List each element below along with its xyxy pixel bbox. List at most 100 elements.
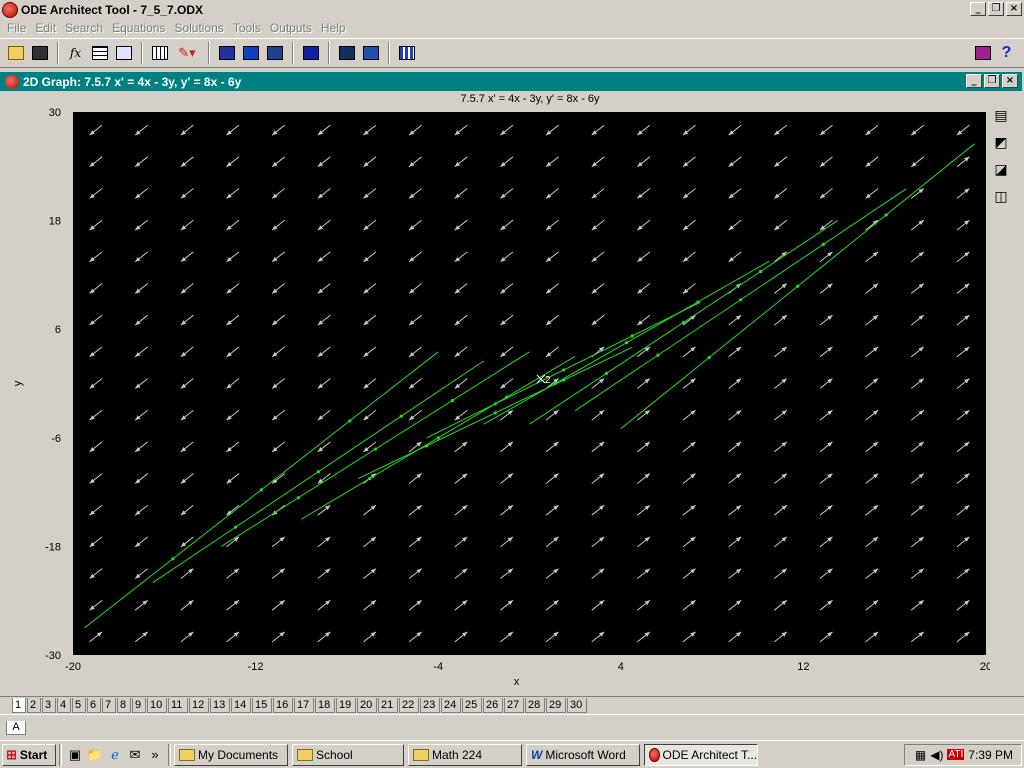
y-tick-label: -30 <box>45 650 61 662</box>
graph-window-icon[interactable] <box>5 74 19 89</box>
edit-table-icon <box>115 46 132 60</box>
graph-tab-23[interactable]: 23 <box>420 698 440 713</box>
y-tick-label: -18 <box>45 541 61 553</box>
trajectory-arrow <box>562 368 566 372</box>
network-icon[interactable]: ▦ <box>915 748 926 762</box>
graph-tab-17[interactable]: 17 <box>294 698 314 713</box>
task-school[interactable]: School <box>292 743 404 766</box>
graph-close-button[interactable]: × <box>1002 74 1018 88</box>
menu-tools[interactable]: Tools <box>233 21 261 35</box>
internet-explorer-icon: ℯ <box>111 746 119 762</box>
graph-tab-11[interactable]: 11 <box>168 698 188 713</box>
graph-tab-18[interactable]: 18 <box>315 698 335 713</box>
trajectory-arrow <box>259 488 263 492</box>
menu-search[interactable]: Search <box>65 21 103 35</box>
graph-minimize-button[interactable]: _ <box>966 74 982 88</box>
graph-tab-7[interactable]: 7 <box>102 698 116 713</box>
graph-tab-12[interactable]: 12 <box>189 698 209 713</box>
app-icon[interactable] <box>2 1 18 18</box>
trajectory-arrow <box>604 371 609 375</box>
graph-tab-13[interactable]: 13 <box>210 698 230 713</box>
quicklaunch-ie[interactable]: ℯ <box>105 745 125 765</box>
save-button[interactable] <box>28 42 51 64</box>
graph-tab-16[interactable]: 16 <box>273 698 293 713</box>
menu-file[interactable]: File <box>7 21 26 35</box>
trajectory-arrow <box>821 242 825 246</box>
sheet-bar: A <box>0 714 1024 736</box>
task-ode-architect[interactable]: ODE Architect T... <box>644 743 758 766</box>
graph-tab-8[interactable]: 8 <box>117 698 131 713</box>
graph-select-button[interactable]: ◩ <box>990 131 1012 153</box>
graph-zoom-button[interactable]: ◪ <box>990 158 1012 180</box>
solver-icon <box>338 46 355 60</box>
clock[interactable]: 7:39 PM <box>968 748 1013 762</box>
pencil-tool-button[interactable]: ✎▾ <box>172 42 202 64</box>
graph-export-button[interactable]: ◫ <box>990 185 1012 207</box>
quicklaunch-desktop[interactable]: ▣ <box>65 745 85 765</box>
menu-edit[interactable]: Edit <box>35 21 56 35</box>
start-button[interactable]: ⊞ Start <box>2 743 56 766</box>
phase-plane-plot[interactable]: 2 -20 -12 -4 4 12 20 30 18 6 -6 -18 -30 x y <box>0 93 990 693</box>
graph-tab-27[interactable]: 27 <box>504 698 524 713</box>
graph-tab-2[interactable]: 2 <box>27 698 41 713</box>
graph-window-titlebar: 2D Graph: 7.5.7 x' = 4x - 3y, y' = 8x - … <box>0 72 1022 91</box>
solve-button[interactable] <box>335 42 358 64</box>
close-button[interactable]: × <box>1006 2 1022 16</box>
task-math-224[interactable]: Math 224 <box>408 743 522 766</box>
restore-button[interactable]: ❐ <box>988 2 1004 16</box>
table-button[interactable] <box>88 42 111 64</box>
sheet-tab-a[interactable]: A <box>6 721 26 735</box>
quicklaunch-outlook[interactable]: ✉ <box>125 745 145 765</box>
new-2d-graph-button[interactable] <box>215 42 238 64</box>
graph-tab-26[interactable]: 26 <box>483 698 503 713</box>
help-book-button[interactable] <box>971 42 994 64</box>
quicklaunch-folder[interactable]: 📁 <box>85 745 105 765</box>
menu-equations[interactable]: Equations <box>112 21 165 35</box>
menu-outputs[interactable]: Outputs <box>270 21 312 35</box>
graph-tab-21[interactable]: 21 <box>378 698 398 713</box>
graph-tab-15[interactable]: 15 <box>252 698 272 713</box>
graph-tab-5[interactable]: 5 <box>72 698 86 713</box>
graph-tab-28[interactable]: 28 <box>525 698 545 713</box>
graph-tab-6[interactable]: 6 <box>87 698 101 713</box>
graph-tab-29[interactable]: 29 <box>546 698 566 713</box>
folder-icon <box>413 748 429 761</box>
trajectory-arrow <box>884 213 888 217</box>
function-button[interactable]: fx <box>64 42 87 64</box>
graph-tab-14[interactable]: 14 <box>231 698 251 713</box>
task-my-documents[interactable]: My Documents <box>174 743 288 766</box>
menu-help[interactable]: Help <box>321 21 346 35</box>
new-time-graph-button[interactable] <box>263 42 286 64</box>
graph-tab-9[interactable]: 9 <box>132 698 146 713</box>
graph-tab-3[interactable]: 3 <box>42 698 56 713</box>
ati-icon[interactable]: ATI <box>947 749 965 760</box>
menu-solutions[interactable]: Solutions <box>174 21 223 35</box>
new-3d-graph-button[interactable] <box>239 42 262 64</box>
graph-tab-10[interactable]: 10 <box>147 698 167 713</box>
columns-button[interactable] <box>395 42 418 64</box>
graph-tab-20[interactable]: 20 <box>357 698 377 713</box>
graph-restore-button[interactable]: ❐ <box>984 74 1000 88</box>
graph-tab-24[interactable]: 24 <box>441 698 461 713</box>
calculator-button[interactable] <box>148 42 171 64</box>
task-microsoft-word[interactable]: W Microsoft Word <box>526 743 640 766</box>
open-file-button[interactable] <box>4 42 27 64</box>
folder-icon <box>297 748 313 761</box>
minimize-button[interactable]: _ <box>970 2 986 16</box>
trajectory-arrow <box>450 398 455 403</box>
quicklaunch-more[interactable]: » <box>145 745 165 765</box>
matrix-button[interactable] <box>359 42 382 64</box>
volume-icon[interactable]: ◀) <box>930 748 943 762</box>
graph-tab-1[interactable]: 1 <box>12 698 26 713</box>
graph-tab-22[interactable]: 22 <box>399 698 419 713</box>
trajectory-arrow <box>796 284 800 288</box>
graph-settings-button[interactable]: ▤ <box>990 104 1012 126</box>
graph-tab-19[interactable]: 19 <box>336 698 356 713</box>
edit-table-button[interactable] <box>112 42 135 64</box>
table-icon <box>91 46 108 60</box>
context-help-button[interactable]: ? <box>995 42 1018 64</box>
direction-field-button[interactable] <box>299 42 322 64</box>
graph-tab-4[interactable]: 4 <box>57 698 71 713</box>
graph-tab-30[interactable]: 30 <box>567 698 587 713</box>
graph-tab-25[interactable]: 25 <box>462 698 482 713</box>
